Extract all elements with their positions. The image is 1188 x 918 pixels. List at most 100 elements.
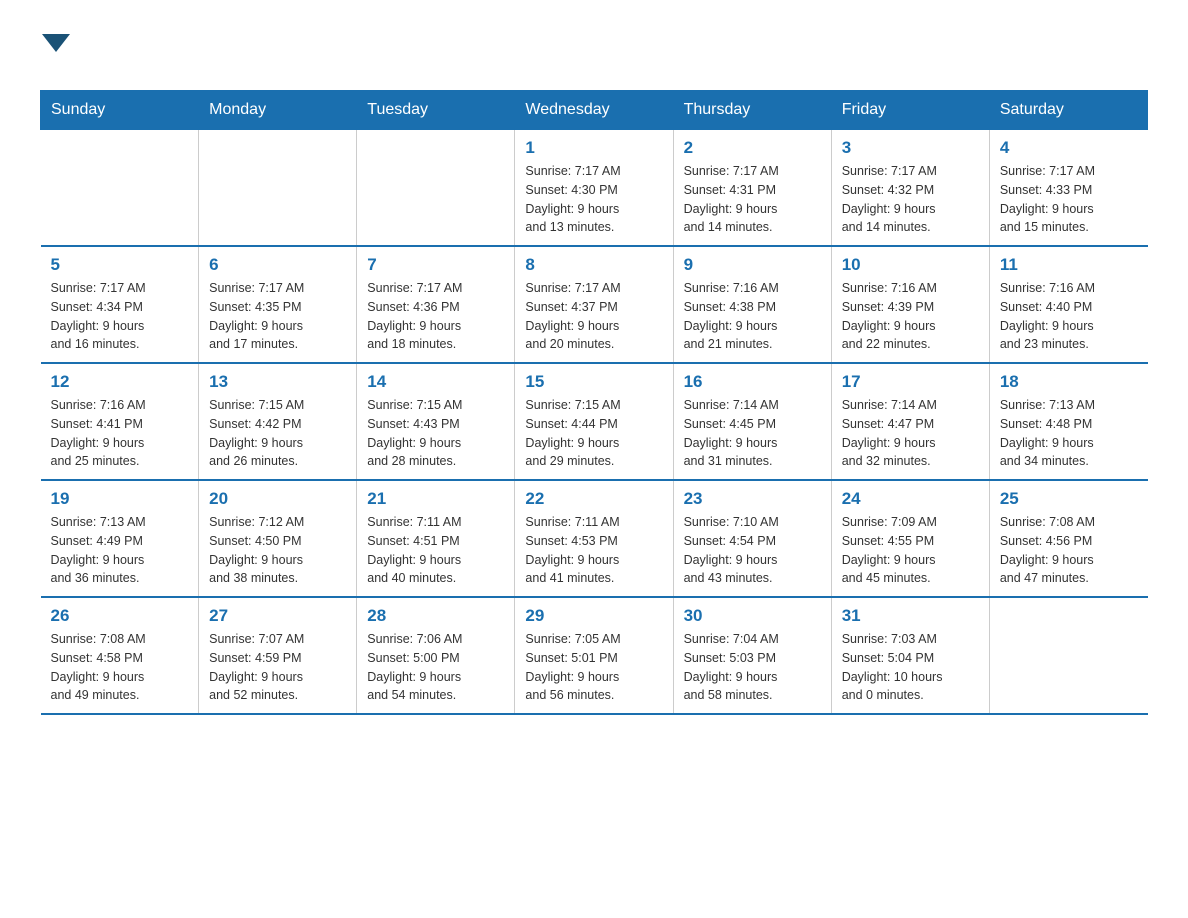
day-number: 13	[209, 372, 346, 392]
day-info: Sunrise: 7:08 AM Sunset: 4:58 PM Dayligh…	[51, 630, 189, 705]
calendar-cell: 8 Sunrise: 7:17 AM Sunset: 4:37 PM Daylig…	[515, 246, 673, 363]
calendar-cell: 20 Sunrise: 7:12 AM Sunset: 4:50 PM Dayli…	[199, 480, 357, 597]
calendar-cell: 6Sunrise: 7:17 AM Sunset: 4:35 PM Daylig…	[199, 246, 357, 363]
day-info: Sunrise: 7:08 AM Sunset: 4:56 PM Dayligh…	[1000, 513, 1138, 588]
day-info: Sunrise: 7:16 AM Sunset: 4:38 PM Dayligh…	[684, 279, 821, 354]
calendar-cell: 10Sunrise: 7:16 AM Sunset: 4:39 PM Dayli…	[831, 246, 989, 363]
day-number: 17	[842, 372, 979, 392]
calendar-cell: 16 Sunrise: 7:14 AM Sunset: 4:45 PM Dayli…	[673, 363, 831, 480]
day-number: 26	[51, 606, 189, 626]
calendar-cell: 17 Sunrise: 7:14 AM Sunset: 4:47 PM Dayli…	[831, 363, 989, 480]
calendar-cell: 5 Sunrise: 7:17 AM Sunset: 4:34 PM Daylig…	[41, 246, 199, 363]
day-number: 16	[684, 372, 821, 392]
calendar-cell: 27 Sunrise: 7:07 AM Sunset: 4:59 PM Dayli…	[199, 597, 357, 714]
day-info: Sunrise: 7:04 AM Sunset: 5:03 PM Dayligh…	[684, 630, 821, 705]
day-info: Sunrise: 7:16 AM Sunset: 4:40 PM Dayligh…	[1000, 279, 1138, 354]
calendar-body: 1 Sunrise: 7:17 AM Sunset: 4:30 PM Daylig…	[41, 130, 1148, 715]
calendar-cell: 13Sunrise: 7:15 AM Sunset: 4:42 PM Dayli…	[199, 363, 357, 480]
week-row-4: 19 Sunrise: 7:13 AM Sunset: 4:49 PM Dayli…	[41, 480, 1148, 597]
day-number: 8	[525, 255, 662, 275]
calendar-cell: 9 Sunrise: 7:16 AM Sunset: 4:38 PM Daylig…	[673, 246, 831, 363]
day-info: Sunrise: 7:17 AM Sunset: 4:34 PM Dayligh…	[51, 279, 189, 354]
day-number: 9	[684, 255, 821, 275]
header-day-monday: Monday	[199, 91, 357, 130]
day-number: 24	[842, 489, 979, 509]
day-info: Sunrise: 7:17 AM Sunset: 4:33 PM Dayligh…	[1000, 162, 1138, 237]
day-number: 12	[51, 372, 189, 392]
day-info: Sunrise: 7:13 AM Sunset: 4:49 PM Dayligh…	[51, 513, 189, 588]
calendar-cell: 26 Sunrise: 7:08 AM Sunset: 4:58 PM Dayli…	[41, 597, 199, 714]
header-day-sunday: Sunday	[41, 91, 199, 130]
day-number: 31	[842, 606, 979, 626]
day-info: Sunrise: 7:06 AM Sunset: 5:00 PM Dayligh…	[367, 630, 504, 705]
day-number: 11	[1000, 255, 1138, 275]
page-header	[40, 30, 1148, 70]
day-number: 15	[525, 372, 662, 392]
day-info: Sunrise: 7:13 AM Sunset: 4:48 PM Dayligh…	[1000, 396, 1138, 471]
day-info: Sunrise: 7:16 AM Sunset: 4:39 PM Dayligh…	[842, 279, 979, 354]
header-day-tuesday: Tuesday	[357, 91, 515, 130]
calendar-cell: 1 Sunrise: 7:17 AM Sunset: 4:30 PM Daylig…	[515, 130, 673, 247]
calendar-cell: 3Sunrise: 7:17 AM Sunset: 4:32 PM Daylig…	[831, 130, 989, 247]
day-number: 29	[525, 606, 662, 626]
calendar-cell: 23 Sunrise: 7:10 AM Sunset: 4:54 PM Dayli…	[673, 480, 831, 597]
week-row-2: 5 Sunrise: 7:17 AM Sunset: 4:34 PM Daylig…	[41, 246, 1148, 363]
calendar-cell: 2 Sunrise: 7:17 AM Sunset: 4:31 PM Daylig…	[673, 130, 831, 247]
calendar-cell: 14 Sunrise: 7:15 AM Sunset: 4:43 PM Dayli…	[357, 363, 515, 480]
day-info: Sunrise: 7:16 AM Sunset: 4:41 PM Dayligh…	[51, 396, 189, 471]
calendar-cell: 12 Sunrise: 7:16 AM Sunset: 4:41 PM Dayli…	[41, 363, 199, 480]
day-number: 6	[209, 255, 346, 275]
day-number: 4	[1000, 138, 1138, 158]
week-row-3: 12 Sunrise: 7:16 AM Sunset: 4:41 PM Dayli…	[41, 363, 1148, 480]
calendar-cell: 29 Sunrise: 7:05 AM Sunset: 5:01 PM Dayli…	[515, 597, 673, 714]
day-info: Sunrise: 7:03 AM Sunset: 5:04 PM Dayligh…	[842, 630, 979, 705]
day-info: Sunrise: 7:17 AM Sunset: 4:31 PM Dayligh…	[684, 162, 821, 237]
day-number: 2	[684, 138, 821, 158]
calendar-cell: 25 Sunrise: 7:08 AM Sunset: 4:56 PM Dayli…	[989, 480, 1147, 597]
calendar-cell: 21Sunrise: 7:11 AM Sunset: 4:51 PM Dayli…	[357, 480, 515, 597]
day-number: 19	[51, 489, 189, 509]
day-number: 25	[1000, 489, 1138, 509]
day-info: Sunrise: 7:07 AM Sunset: 4:59 PM Dayligh…	[209, 630, 346, 705]
calendar-cell: 4 Sunrise: 7:17 AM Sunset: 4:33 PM Daylig…	[989, 130, 1147, 247]
calendar-cell: 18 Sunrise: 7:13 AM Sunset: 4:48 PM Dayli…	[989, 363, 1147, 480]
calendar-cell: 31 Sunrise: 7:03 AM Sunset: 5:04 PM Dayli…	[831, 597, 989, 714]
calendar-table: SundayMondayTuesdayWednesdayThursdayFrid…	[40, 90, 1148, 715]
day-number: 14	[367, 372, 504, 392]
day-number: 27	[209, 606, 346, 626]
calendar-cell: 28Sunrise: 7:06 AM Sunset: 5:00 PM Dayli…	[357, 597, 515, 714]
header-day-friday: Friday	[831, 91, 989, 130]
header-row: SundayMondayTuesdayWednesdayThursdayFrid…	[41, 91, 1148, 130]
day-number: 18	[1000, 372, 1138, 392]
day-info: Sunrise: 7:14 AM Sunset: 4:45 PM Dayligh…	[684, 396, 821, 471]
week-row-1: 1 Sunrise: 7:17 AM Sunset: 4:30 PM Daylig…	[41, 130, 1148, 247]
calendar-header: SundayMondayTuesdayWednesdayThursdayFrid…	[41, 91, 1148, 130]
week-row-5: 26 Sunrise: 7:08 AM Sunset: 4:58 PM Dayli…	[41, 597, 1148, 714]
day-number: 21	[367, 489, 504, 509]
day-info: Sunrise: 7:15 AM Sunset: 4:43 PM Dayligh…	[367, 396, 504, 471]
calendar-cell	[199, 130, 357, 247]
logo	[40, 30, 72, 70]
day-info: Sunrise: 7:17 AM Sunset: 4:37 PM Dayligh…	[525, 279, 662, 354]
day-info: Sunrise: 7:10 AM Sunset: 4:54 PM Dayligh…	[684, 513, 821, 588]
day-info: Sunrise: 7:17 AM Sunset: 4:32 PM Dayligh…	[842, 162, 979, 237]
header-day-saturday: Saturday	[989, 91, 1147, 130]
day-number: 1	[525, 138, 662, 158]
header-day-wednesday: Wednesday	[515, 91, 673, 130]
calendar-cell: 24 Sunrise: 7:09 AM Sunset: 4:55 PM Dayli…	[831, 480, 989, 597]
day-info: Sunrise: 7:05 AM Sunset: 5:01 PM Dayligh…	[525, 630, 662, 705]
day-number: 20	[209, 489, 346, 509]
day-number: 7	[367, 255, 504, 275]
calendar-cell: 7 Sunrise: 7:17 AM Sunset: 4:36 PM Daylig…	[357, 246, 515, 363]
day-info: Sunrise: 7:09 AM Sunset: 4:55 PM Dayligh…	[842, 513, 979, 588]
day-info: Sunrise: 7:14 AM Sunset: 4:47 PM Dayligh…	[842, 396, 979, 471]
day-number: 23	[684, 489, 821, 509]
day-info: Sunrise: 7:12 AM Sunset: 4:50 PM Dayligh…	[209, 513, 346, 588]
header-day-thursday: Thursday	[673, 91, 831, 130]
calendar-cell	[41, 130, 199, 247]
day-info: Sunrise: 7:17 AM Sunset: 4:36 PM Dayligh…	[367, 279, 504, 354]
day-number: 22	[525, 489, 662, 509]
day-number: 5	[51, 255, 189, 275]
day-info: Sunrise: 7:17 AM Sunset: 4:30 PM Dayligh…	[525, 162, 662, 237]
calendar-cell: 15Sunrise: 7:15 AM Sunset: 4:44 PM Dayli…	[515, 363, 673, 480]
